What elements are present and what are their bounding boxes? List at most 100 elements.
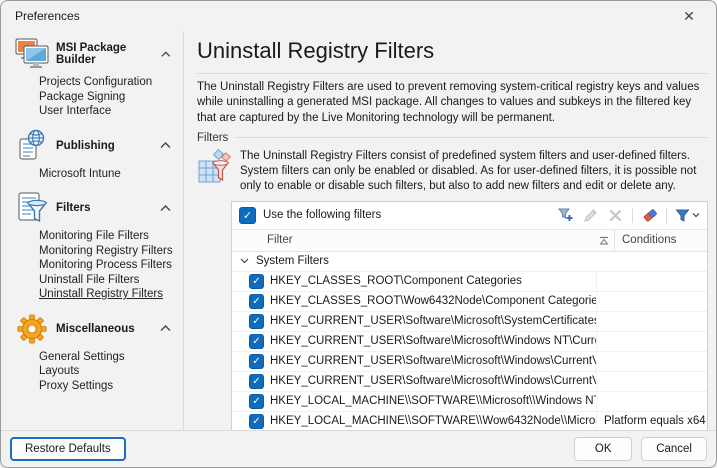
titlebar: Preferences ✕ [1,1,716,31]
row-conditions [596,392,707,411]
table-row[interactable]: ✓ HKEY_CLASSES_ROOT\Component Categories [232,272,707,292]
gear-icon [14,312,50,346]
chevron-down-icon [240,258,249,264]
filter-dropdown[interactable] [675,208,700,223]
row-checkbox[interactable]: ✓ [249,294,264,309]
group-divider [235,137,708,138]
filters-group-description-row: The Uninstall Registry Filters consist o… [197,149,708,195]
sidebar: MSI Package Builder Projects Configurati… [1,31,184,430]
row-checkbox[interactable]: ✓ [249,394,264,409]
sidebar-item-uninstall-file-filters[interactable]: Uninstall File Filters [39,273,183,288]
clear-filters-eraser-icon[interactable] [641,207,658,224]
restore-defaults-button[interactable]: Restore Defaults [10,437,126,461]
sidebar-item-projects-configuration[interactable]: Projects Configuration [39,75,183,90]
registry-filter-icon [197,149,231,185]
title-divider [197,73,708,74]
sidebar-section-publishing: Publishing Microsoft Intune [1,125,183,182]
sidebar-item-proxy-settings[interactable]: Proxy Settings [39,379,183,394]
sidebar-section-label: Publishing [56,140,115,152]
sidebar-section-miscellaneous: Miscellaneous General Settings Layouts P… [1,308,183,394]
sidebar-header-miscellaneous[interactable]: Miscellaneous [1,308,183,350]
sidebar-section-msi: MSI Package Builder Projects Configurati… [1,33,183,119]
chevron-up-icon [160,205,171,212]
use-filters-checkbox[interactable]: ✓ [239,207,256,224]
monitors-icon [14,37,50,71]
page-title: Uninstall Registry Filters [197,38,708,64]
table-row[interactable]: ✓ HKEY_CLASSES_ROOT\Wow6432Node\Componen… [232,292,707,312]
filters-groupbox-header: Filters [197,132,708,144]
chevron-down-icon [692,212,700,218]
delete-filter-icon [607,207,624,224]
sort-ascending-icon [599,236,609,245]
filter-path: HKEY_CURRENT_USER\Software\Microsoft\Win… [270,335,596,347]
row-conditions: Platform equals x64 [596,412,707,430]
filters-panel: ✓ Use the following filters [231,201,708,430]
row-conditions [596,272,707,291]
sidebar-header-msi-package-builder[interactable]: MSI Package Builder [1,33,183,75]
sidebar-section-label: Filters [56,202,91,214]
sidebar-item-microsoft-intune[interactable]: Microsoft Intune [39,167,183,182]
row-checkbox[interactable]: ✓ [249,274,264,289]
table-row[interactable]: ✓ HKEY_LOCAL_MACHINE\\SOFTWARE\\Wow6432N… [232,412,707,430]
filter-column-label: Filter [267,234,293,246]
window-title: Preferences [15,9,80,23]
sidebar-section-label: Miscellaneous [56,323,135,335]
ok-button[interactable]: OK [574,437,632,461]
column-header-filter[interactable]: Filter [232,230,614,251]
row-checkbox[interactable]: ✓ [249,414,264,429]
row-checkbox[interactable]: ✓ [249,374,264,389]
sidebar-item-monitoring-registry-filters[interactable]: Monitoring Registry Filters [39,244,183,259]
sidebar-item-layouts[interactable]: Layouts [39,364,183,379]
row-conditions [596,352,707,371]
use-filters-label: Use the following filters [263,209,381,221]
close-icon[interactable]: ✕ [670,4,708,29]
chevron-up-icon [161,51,171,58]
conditions-column-label: Conditions [622,234,676,246]
publish-globe-icon [14,129,50,163]
filter-path: HKEY_CLASSES_ROOT\Component Categories [270,275,522,287]
sidebar-item-monitoring-file-filters[interactable]: Monitoring File Filters [39,229,183,244]
main-content: Uninstall Registry Filters The Uninstall… [184,31,716,430]
page-description: The Uninstall Registry Filters are used … [197,80,706,126]
table-row[interactable]: ✓ HKEY_CURRENT_USER\Software\Microsoft\S… [232,312,707,332]
row-conditions [596,332,707,351]
sidebar-header-filters[interactable]: Filters [1,187,183,229]
toolbar-separator [666,208,667,223]
sidebar-item-general-settings[interactable]: General Settings [39,350,183,365]
table-header: Filter Conditions [232,230,707,252]
sidebar-header-publishing[interactable]: Publishing [1,125,183,167]
row-conditions [596,372,707,391]
filter-path: HKEY_CURRENT_USER\Software\Microsoft\Win… [270,355,596,367]
add-filter-icon[interactable] [557,207,574,224]
system-filters-group-row[interactable]: System Filters [232,252,707,272]
row-checkbox[interactable]: ✓ [249,354,264,369]
sidebar-item-monitoring-process-filters[interactable]: Monitoring Process Filters [39,258,183,273]
table-row[interactable]: ✓ HKEY_CURRENT_USER\Software\Microsoft\W… [232,332,707,352]
toolbar-separator [632,208,633,223]
toolbar-buttons [557,207,700,224]
filter-path: HKEY_CLASSES_ROOT\Wow6432Node\Component … [270,295,596,307]
cancel-button[interactable]: Cancel [641,437,707,461]
group-row-label: System Filters [256,255,329,267]
filter-path: HKEY_LOCAL_MACHINE\\SOFTWARE\\Wow6432Nod… [270,415,596,427]
table-row[interactable]: ✓ HKEY_CURRENT_USER\Software\Microsoft\W… [232,352,707,372]
sidebar-item-package-signing[interactable]: Package Signing [39,90,183,105]
filters-group-description: The Uninstall Registry Filters consist o… [240,149,708,195]
row-conditions [596,292,707,311]
table-row[interactable]: ✓ HKEY_LOCAL_MACHINE\\SOFTWARE\\Microsof… [232,392,707,412]
sidebar-item-user-interface[interactable]: User Interface [39,104,183,119]
preferences-dialog: Preferences ✕ MSI Package Builder [0,0,717,468]
column-header-conditions[interactable]: Conditions [614,230,707,251]
funnel-icon [675,208,690,223]
chevron-up-icon [160,325,171,332]
filters-toolbar: ✓ Use the following filters [232,202,707,230]
filter-path: HKEY_CURRENT_USER\Software\Microsoft\Sys… [270,315,596,327]
sidebar-item-uninstall-registry-filters[interactable]: Uninstall Registry Filters [39,287,183,302]
table-row[interactable]: ✓ HKEY_CURRENT_USER\Software\Microsoft\W… [232,372,707,392]
row-checkbox[interactable]: ✓ [249,314,264,329]
document-funnel-icon [14,191,50,225]
filter-path: HKEY_CURRENT_USER\Software\Microsoft\Win… [270,375,596,387]
row-checkbox[interactable]: ✓ [249,334,264,349]
sidebar-section-label: MSI Package Builder [56,42,155,66]
sidebar-section-filters: Filters Monitoring File Filters Monitori… [1,187,183,302]
